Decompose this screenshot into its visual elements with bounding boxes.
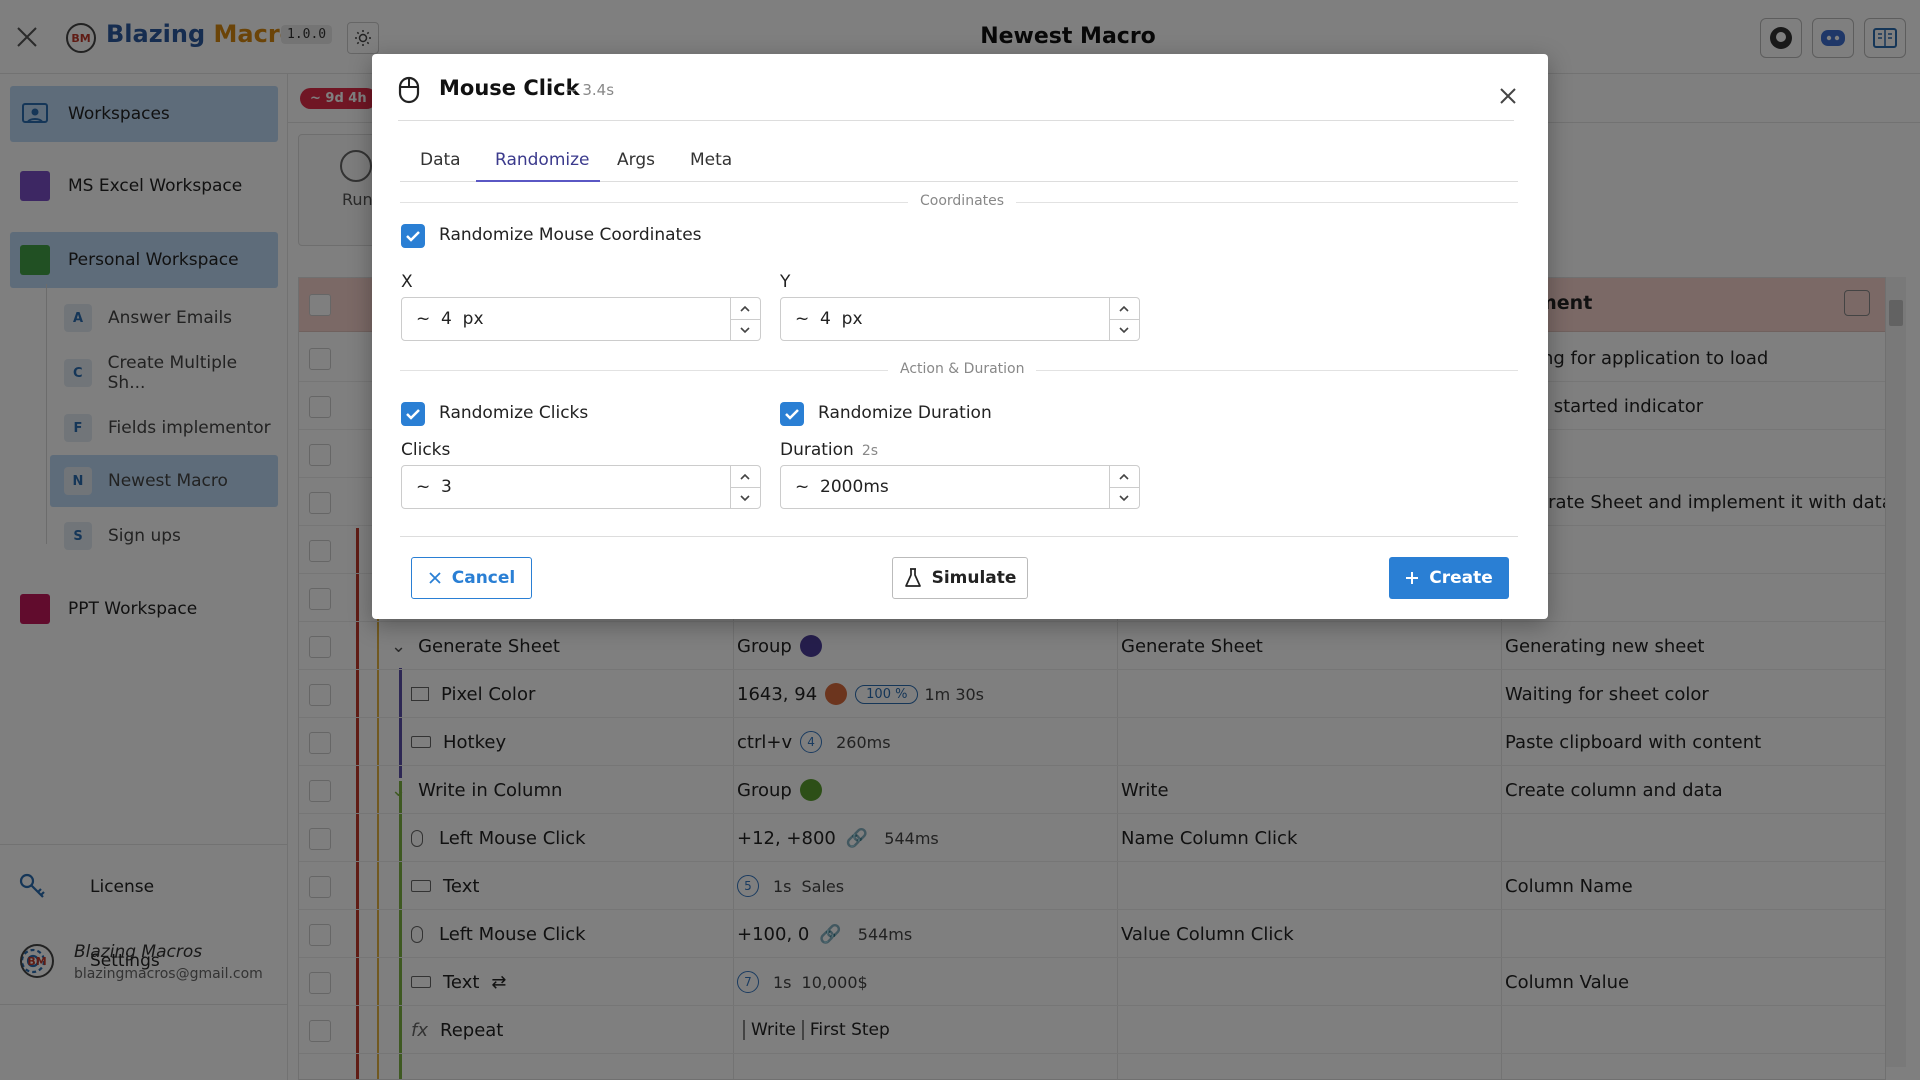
dialog-title: Mouse Click xyxy=(439,76,580,100)
divider xyxy=(398,120,1514,121)
randomize-clicks-label[interactable]: Randomize Clicks xyxy=(439,403,588,423)
chevron-up-icon[interactable] xyxy=(1117,302,1131,316)
randomize-duration-label[interactable]: Randomize Duration xyxy=(818,403,992,423)
y-range-value: ~ 4 px xyxy=(795,309,863,329)
check-icon xyxy=(785,409,799,420)
chevron-down-icon[interactable] xyxy=(738,323,752,337)
randomize-coords-label[interactable]: Randomize Mouse Coordinates xyxy=(439,225,702,245)
close-icon xyxy=(429,572,441,584)
cancel-button[interactable]: Cancel xyxy=(411,557,532,599)
clicks-range-input[interactable]: ~ 3 xyxy=(401,465,761,509)
duration-hint: 2s xyxy=(861,443,879,459)
mouse-click-dialog: Mouse Click ~ 3.4s Data Randomize Args M… xyxy=(372,54,1548,619)
active-tab-indicator xyxy=(476,180,600,182)
randomize-duration-checkbox[interactable] xyxy=(780,402,804,426)
y-label: Y xyxy=(780,272,791,292)
flask-icon xyxy=(904,568,921,587)
simulate-label: Simulate xyxy=(931,568,1017,588)
mouse-icon xyxy=(398,76,420,104)
chevron-up-icon[interactable] xyxy=(738,302,752,316)
randomize-clicks-checkbox[interactable] xyxy=(401,402,425,426)
cancel-label: Cancel xyxy=(451,568,516,588)
chevron-up-icon[interactable] xyxy=(1117,470,1131,484)
dialog-duration: ~ 3.4s xyxy=(565,81,615,99)
duration-label-text: Duration xyxy=(780,440,854,460)
tab-data[interactable]: Data xyxy=(420,150,461,170)
x-range-input[interactable]: ~ 4 px xyxy=(401,297,761,341)
tab-args[interactable]: Args xyxy=(617,150,655,170)
y-range-input[interactable]: ~ 4 px xyxy=(780,297,1140,341)
create-button[interactable]: Create xyxy=(1389,557,1509,599)
chevron-down-icon[interactable] xyxy=(1117,491,1131,505)
duration-label: Duration 2s xyxy=(780,440,878,460)
create-label: Create xyxy=(1429,568,1493,588)
simulate-button[interactable]: Simulate xyxy=(892,557,1028,599)
duration-range-value: ~ 2000ms xyxy=(795,477,889,497)
check-icon xyxy=(406,409,420,420)
tab-meta[interactable]: Meta xyxy=(690,150,732,170)
chevron-up-icon[interactable] xyxy=(738,470,752,484)
tab-randomize[interactable]: Randomize xyxy=(495,150,590,170)
plus-icon xyxy=(1406,572,1419,584)
divider xyxy=(400,536,1518,537)
check-icon xyxy=(406,231,420,242)
clicks-range-value: ~ 3 xyxy=(416,477,452,497)
duration-range-input[interactable]: ~ 2000ms xyxy=(780,465,1140,509)
x-range-value: ~ 4 px xyxy=(416,309,484,329)
section-label-action-duration: Action & Duration xyxy=(888,361,1037,377)
x-label: X xyxy=(401,272,413,292)
section-label-coordinates: Coordinates xyxy=(908,193,1017,209)
randomize-coords-checkbox[interactable] xyxy=(401,224,425,248)
clicks-label: Clicks xyxy=(401,440,451,460)
chevron-down-icon[interactable] xyxy=(738,491,752,505)
chevron-down-icon[interactable] xyxy=(1117,323,1131,337)
close-icon[interactable] xyxy=(1496,84,1520,108)
